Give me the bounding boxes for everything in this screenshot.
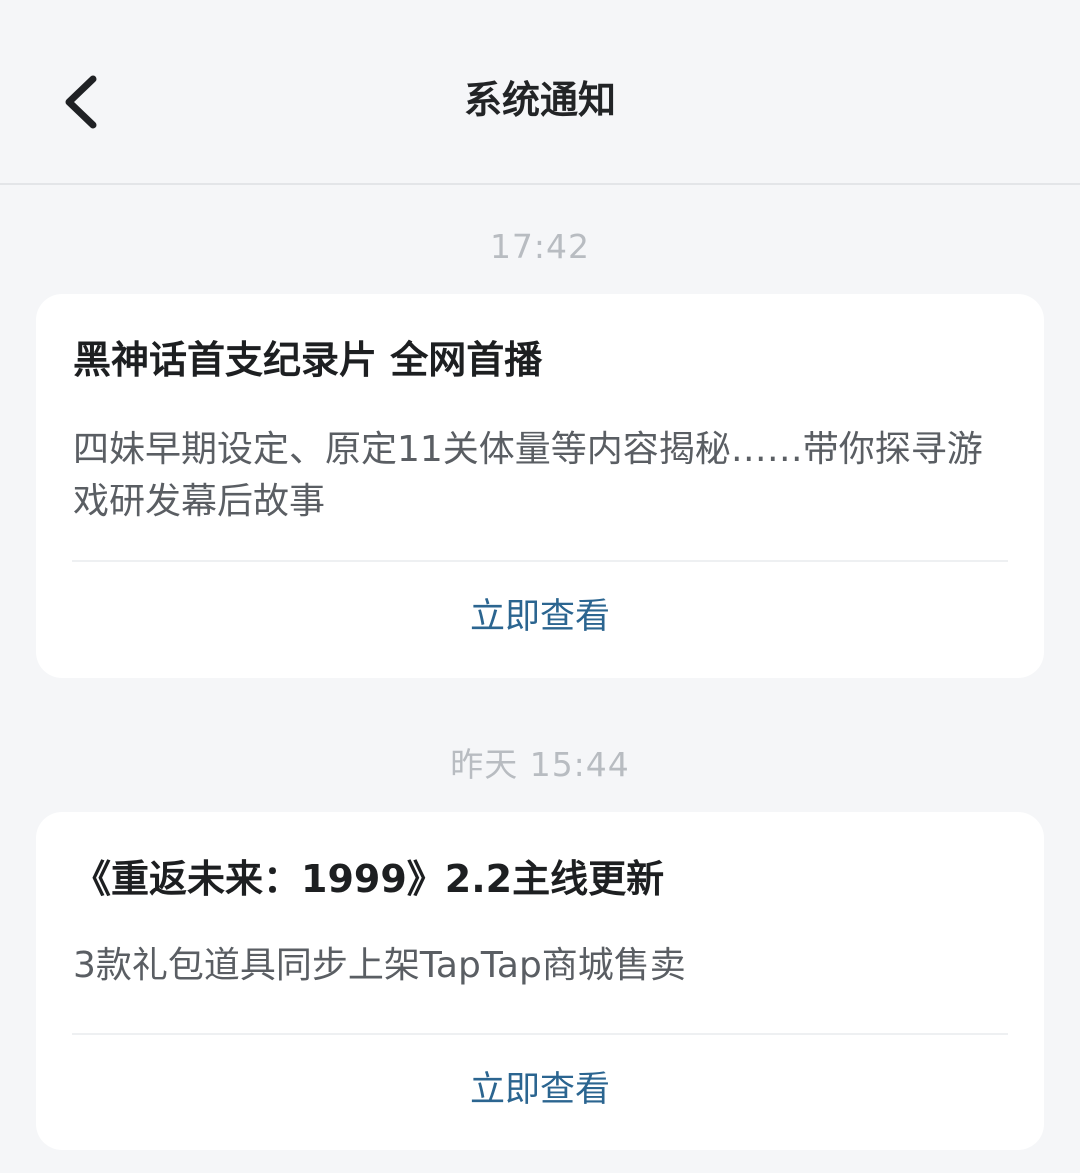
card-divider [72,560,1008,562]
notification-title: 黑神话首支纪录片 全网首播 [73,338,543,382]
notification-card: 黑神话首支纪录片 全网首播 四妹早期设定、原定11关体量等内容揭秘……带你探寻游… [36,294,1044,678]
notification-card: 《重返未来：1999》2.2主线更新 3款礼包道具同步上架TapTap商城售卖 … [36,812,1044,1150]
notification-timestamp: 17:42 [489,227,591,266]
page-title: 系统通知 [463,78,616,122]
view-now-link[interactable]: 立即查看 [36,592,1044,642]
notification-body: 四妹早期设定、原定11关体量等内容揭秘……带你探寻游戏研发幕后故事 [73,429,983,522]
notification-timestamp: 昨天 15:44 [450,745,630,784]
card-divider [72,1033,1008,1035]
top-nav-bar: 系统通知 [0,0,1080,185]
notification-title: 《重返未来：1999》2.2主线更新 [73,857,665,901]
view-now-link[interactable]: 立即查看 [36,1065,1044,1115]
notification-body: 3款礼包道具同步上架TapTap商城售卖 [73,945,686,986]
